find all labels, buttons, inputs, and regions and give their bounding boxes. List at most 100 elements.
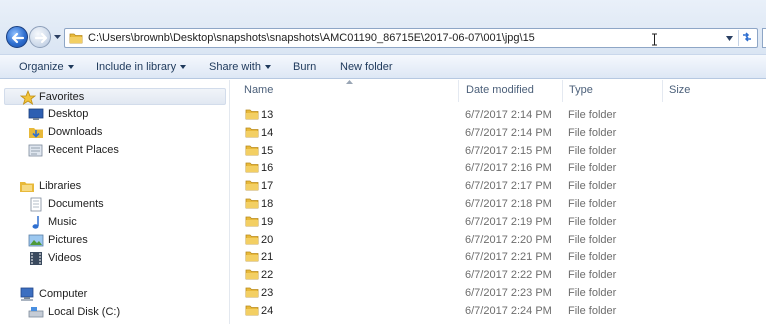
file-type: File folder — [568, 109, 617, 121]
folder-icon — [245, 287, 259, 298]
include-in-library-menu[interactable]: Include in library — [96, 61, 187, 73]
folder-icon — [245, 305, 259, 316]
text-cursor-icon — [652, 33, 657, 46]
table-row[interactable]: 16 6/7/2017 2:16 PM File folder — [231, 159, 766, 177]
nav-label: Local Disk (C:) — [48, 306, 121, 318]
back-button[interactable] — [6, 26, 28, 48]
folder-icon — [245, 269, 259, 280]
file-date-modified: 6/7/2017 2:20 PM — [465, 233, 552, 246]
address-path[interactable]: C:\Users\brownb\Desktop\snapshots\snapsh… — [88, 32, 535, 44]
organize-menu[interactable]: Organize — [19, 61, 74, 73]
folder-icon — [245, 198, 259, 209]
recent-pages-dropdown-icon[interactable] — [53, 33, 62, 41]
file-name[interactable]: 17 — [261, 180, 273, 192]
file-date-modified: 6/7/2017 2:21 PM — [465, 251, 552, 264]
table-row[interactable]: 18 6/7/2017 2:18 PM File folder — [231, 195, 766, 213]
file-name[interactable]: 24 — [261, 305, 273, 317]
file-name[interactable]: 14 — [261, 127, 273, 139]
file-type: File folder — [568, 304, 617, 317]
refresh-button[interactable] — [738, 30, 756, 46]
table-row[interactable]: 17 6/7/2017 2:17 PM File folder — [231, 177, 766, 195]
column-divider[interactable] — [562, 80, 563, 102]
nav-desktop[interactable]: Desktop — [28, 106, 208, 123]
file-date-modified: 6/7/2017 2:14 PM — [465, 126, 552, 139]
file-name[interactable]: 21 — [261, 251, 273, 263]
column-divider[interactable] — [458, 80, 459, 102]
file-type: File folder — [568, 144, 617, 157]
file-date-modified: 6/7/2017 2:15 PM — [465, 144, 552, 157]
file-name[interactable]: 15 — [261, 145, 273, 157]
chevron-down-icon — [67, 65, 74, 70]
recent-places-icon — [28, 144, 43, 157]
include-in-library-label: Include in library — [96, 61, 177, 73]
table-row[interactable]: 19 6/7/2017 2:19 PM File folder — [231, 213, 766, 231]
file-type: File folder — [568, 269, 617, 282]
nav-documents[interactable]: Documents — [28, 196, 208, 213]
file-name[interactable]: 22 — [261, 269, 273, 281]
forward-button[interactable] — [29, 26, 51, 48]
column-divider[interactable] — [662, 80, 663, 102]
address-bar[interactable]: C:\Users\brownb\Desktop\snapshots\snapsh… — [64, 28, 758, 48]
nav-label: Computer — [39, 288, 88, 300]
nav-computer[interactable]: Computer — [19, 286, 209, 303]
organize-label: Organize — [19, 61, 64, 73]
table-row[interactable]: 13 6/7/2017 2:14 PM File folder — [231, 106, 766, 124]
burn-button[interactable]: Burn — [293, 61, 316, 73]
nav-local-disk[interactable]: Local Disk (C:) — [28, 304, 208, 321]
nav-label: Music — [48, 216, 77, 228]
music-icon — [32, 216, 39, 229]
column-header-size[interactable]: Size — [669, 84, 690, 96]
share-with-menu[interactable]: Share with — [209, 61, 271, 73]
table-row[interactable]: 24 6/7/2017 2:24 PM File folder — [231, 302, 766, 320]
search-box[interactable] — [762, 28, 766, 48]
table-row[interactable]: 23 6/7/2017 2:23 PM File folder — [231, 284, 766, 302]
table-row[interactable]: 20 6/7/2017 2:20 PM File folder — [231, 231, 766, 249]
chevron-down-icon — [264, 65, 271, 70]
nav-favorites[interactable]: Favorites — [4, 88, 226, 105]
address-row: C:\Users\brownb\Desktop\snapshots\snapsh… — [0, 0, 766, 54]
column-header-name[interactable]: Name — [244, 84, 273, 96]
libraries-icon — [20, 182, 34, 192]
file-name[interactable]: 23 — [261, 287, 273, 299]
desktop-icon — [28, 108, 44, 120]
folder-icon — [245, 216, 259, 227]
nav-music[interactable]: Music — [28, 214, 208, 231]
nav-label: Videos — [48, 252, 82, 264]
file-type: File folder — [568, 180, 617, 193]
address-dropdown-icon[interactable] — [725, 35, 734, 42]
nav-pictures[interactable]: Pictures — [28, 232, 208, 249]
file-name[interactable]: 16 — [261, 162, 273, 174]
folder-icon — [245, 127, 259, 138]
file-name[interactable]: 20 — [261, 234, 273, 246]
table-row[interactable]: 14 6/7/2017 2:14 PM File folder — [231, 124, 766, 142]
documents-icon — [30, 197, 42, 212]
drive-icon — [28, 307, 44, 318]
folder-icon — [245, 109, 259, 120]
videos-icon — [30, 252, 42, 265]
nav-videos[interactable]: Videos — [28, 250, 208, 267]
column-header-type[interactable]: Type — [569, 84, 593, 96]
navigation-pane: Favorites Desktop Downloads Recent Place… — [0, 80, 230, 324]
nav-downloads[interactable]: Downloads — [28, 124, 208, 141]
table-row[interactable]: 15 6/7/2017 2:15 PM File folder — [231, 142, 766, 160]
column-header-date-modified[interactable]: Date modified — [466, 84, 534, 96]
file-name[interactable]: 18 — [261, 198, 273, 210]
folder-icon — [245, 180, 259, 191]
table-row[interactable]: 22 6/7/2017 2:22 PM File folder — [231, 266, 766, 284]
folder-icon — [245, 251, 259, 262]
file-name[interactable]: 13 — [261, 109, 273, 121]
file-date-modified: 6/7/2017 2:19 PM — [465, 215, 552, 228]
nav-label: Documents — [48, 198, 104, 210]
chevron-down-icon — [180, 65, 187, 70]
nav-recent-places[interactable]: Recent Places — [28, 142, 208, 159]
table-row[interactable]: 21 6/7/2017 2:21 PM File folder — [231, 248, 766, 266]
new-folder-button[interactable]: New folder — [340, 61, 393, 73]
folder-icon — [69, 33, 83, 44]
file-name[interactable]: 19 — [261, 216, 273, 228]
file-date-modified: 6/7/2017 2:14 PM — [465, 109, 552, 121]
arrow-left-icon — [11, 32, 25, 44]
nav-label: Desktop — [48, 108, 89, 120]
nav-libraries[interactable]: Libraries — [19, 178, 209, 195]
file-type: File folder — [568, 215, 617, 228]
file-date-modified: 6/7/2017 2:23 PM — [465, 287, 552, 299]
